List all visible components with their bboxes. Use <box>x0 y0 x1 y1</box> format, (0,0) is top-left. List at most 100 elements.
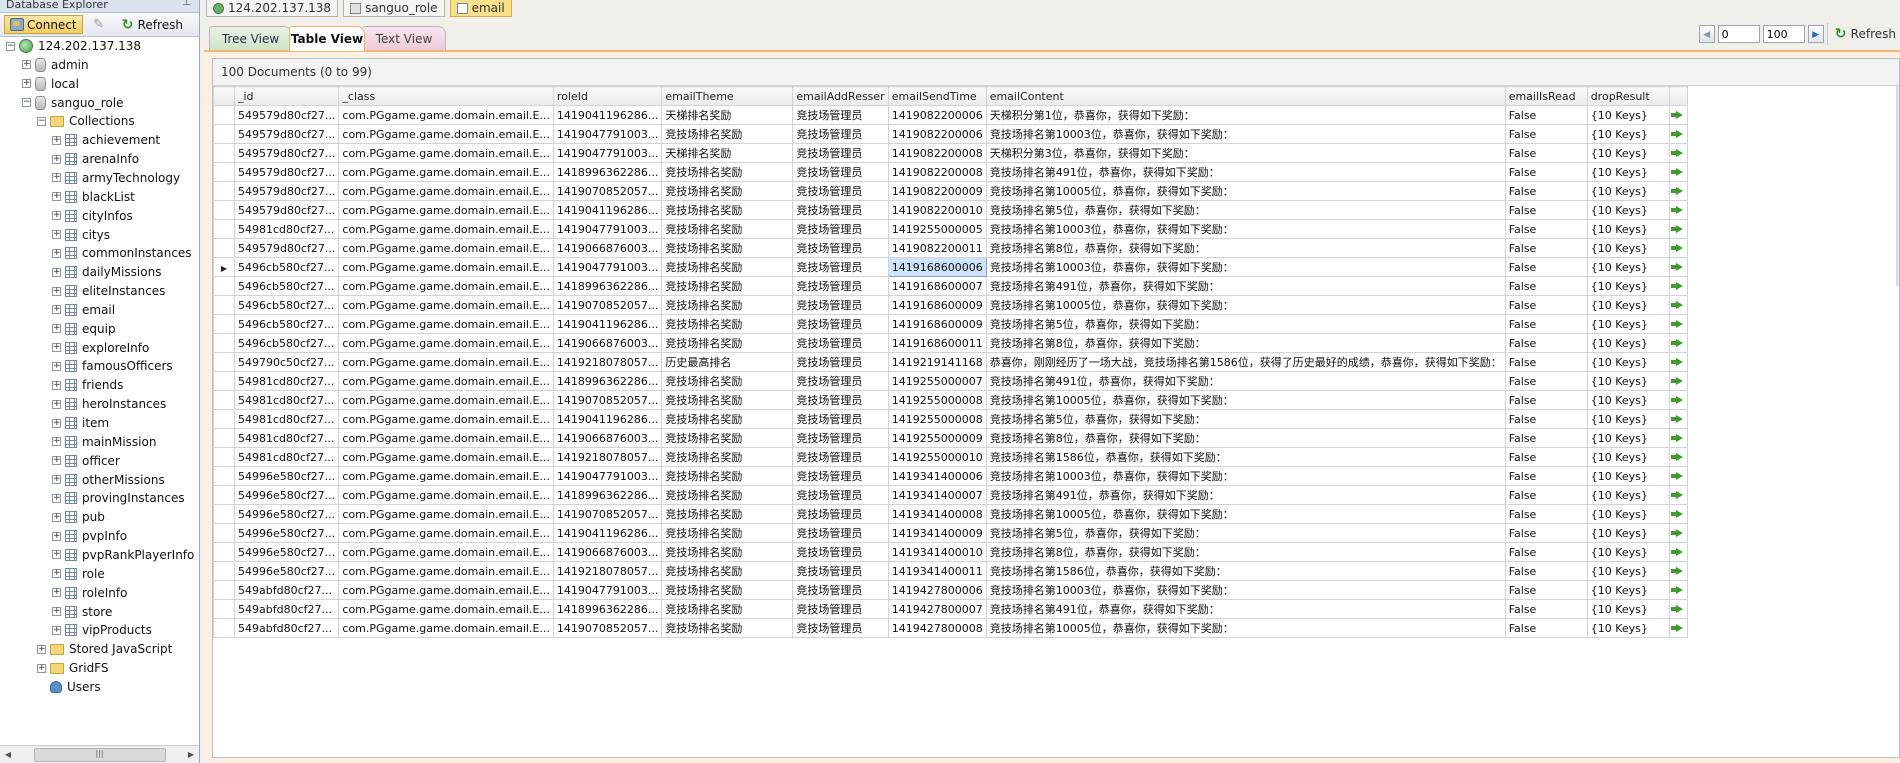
row-selector[interactable] <box>213 447 235 467</box>
expand-icon[interactable]: + <box>52 343 61 353</box>
column-header-emailcontent[interactable]: emailContent <box>985 86 1506 106</box>
grid-vertical-scrollbar[interactable] <box>1896 86 1899 286</box>
row-selector[interactable] <box>213 523 235 543</box>
table-row[interactable]: 54996e580cf27... com.PGgame.game.domain.e… <box>213 466 1688 486</box>
table-cell-class[interactable]: com.PGgame.game.domain.email.E... <box>338 219 554 239</box>
table-cell-emailsendtime[interactable]: 1419255000008 <box>887 390 987 410</box>
table-cell-emailtheme[interactable]: 竞技场排名奖励 <box>661 371 794 391</box>
open-document-button[interactable] <box>1668 523 1688 543</box>
table-cell-emailcontent[interactable]: 竞技场排名第491位，恭喜你，获得如下奖励： <box>985 371 1506 391</box>
table-row[interactable]: 54981cd80cf27... com.PGgame.game.domain.e… <box>213 219 1688 239</box>
table-cell-class[interactable]: com.PGgame.game.domain.email.E... <box>338 409 554 429</box>
table-cell-emailisread[interactable]: False <box>1504 561 1588 581</box>
table-cell-id[interactable]: 5496cb580cf27... <box>233 257 340 277</box>
row-selector[interactable] <box>213 504 235 524</box>
open-document-button[interactable] <box>1668 333 1688 353</box>
table-cell-id[interactable]: 54996e580cf27... <box>233 561 340 581</box>
row-selector[interactable] <box>213 200 235 220</box>
table-cell-emailsendtime[interactable]: 1419168600007 <box>887 276 987 296</box>
table-cell-id[interactable]: 54981cd80cf27... <box>233 390 340 410</box>
open-document-button[interactable] <box>1668 485 1688 505</box>
table-cell-emailaddresser[interactable]: 竞技场管理员 <box>792 409 889 429</box>
table-cell-id[interactable]: 5496cb580cf27... <box>233 314 340 334</box>
table-cell-emailsendtime[interactable]: 1419255000008 <box>887 409 987 429</box>
row-selector[interactable] <box>213 409 235 429</box>
doc-tab-database[interactable]: sanguo_role <box>343 0 445 17</box>
expand-icon[interactable]: + <box>52 456 61 466</box>
pin-icon[interactable]: ⊥ <box>182 0 191 8</box>
table-cell-emailsendtime[interactable]: 1419082200008 <box>887 143 987 163</box>
table-cell-roleid[interactable]: 1419047791003... <box>552 257 663 277</box>
table-cell-id[interactable]: 549579d80cf27... <box>233 200 340 220</box>
row-selector[interactable] <box>213 390 235 410</box>
expand-icon[interactable]: + <box>52 286 61 296</box>
column-header-emailsendtime[interactable]: emailSendTime <box>887 86 987 106</box>
open-document-button[interactable] <box>1668 352 1688 372</box>
table-cell-dropresult[interactable]: {10 Keys} <box>1586 542 1670 562</box>
table-cell-emailtheme[interactable]: 竞技场排名奖励 <box>661 447 794 467</box>
table-cell-id[interactable]: 5496cb580cf27... <box>233 276 340 296</box>
table-cell-id[interactable]: 549abfd80cf27... <box>233 618 340 638</box>
table-cell-emailsendtime[interactable]: 1419255000009 <box>887 428 987 448</box>
table-cell-roleid[interactable]: 1418996362286... <box>552 162 663 182</box>
table-cell-class[interactable]: com.PGgame.game.domain.email.E... <box>338 200 554 220</box>
tree-collections-folder[interactable]: − Collections <box>37 112 135 130</box>
table-row[interactable]: 549790c50cf27... com.PGgame.game.domain.e… <box>213 352 1688 372</box>
table-cell-emailaddresser[interactable]: 竞技场管理员 <box>792 485 889 505</box>
table-cell-emailsendtime[interactable]: 1419341400006 <box>887 466 987 486</box>
expand-icon[interactable]: + <box>52 569 61 579</box>
table-cell-dropresult[interactable]: {10 Keys} <box>1586 105 1670 125</box>
table-cell-emailcontent[interactable]: 天梯积分第1位，恭喜你，获得如下奖励： <box>985 105 1506 125</box>
table-cell-class[interactable]: com.PGgame.game.domain.email.E... <box>338 105 554 125</box>
open-document-button[interactable] <box>1668 257 1688 277</box>
table-cell-emailisread[interactable]: False <box>1504 523 1588 543</box>
table-cell-emailaddresser[interactable]: 竞技场管理员 <box>792 542 889 562</box>
table-cell-id[interactable]: 54981cd80cf27... <box>233 428 340 448</box>
row-selector[interactable]: ▶ <box>213 257 235 277</box>
table-cell-emailcontent[interactable]: 竞技场排名第10003位，恭喜你，获得如下奖励： <box>985 466 1506 486</box>
table-cell-emailaddresser[interactable]: 竞技场管理员 <box>792 181 889 201</box>
table-row[interactable]: 54996e580cf27... com.PGgame.game.domain.e… <box>213 523 1688 543</box>
table-cell-emailtheme[interactable]: 竞技场排名奖励 <box>661 314 794 334</box>
expand-icon[interactable]: + <box>52 399 61 409</box>
table-cell-emailaddresser[interactable]: 竞技场管理员 <box>792 561 889 581</box>
table-cell-dropresult[interactable]: {10 Keys} <box>1586 181 1670 201</box>
table-cell-emailcontent[interactable]: 竞技场排名第10005位，恭喜你，获得如下奖励： <box>985 618 1506 638</box>
scroll-left-icon[interactable]: ◀ <box>2 750 14 759</box>
expand-icon[interactable]: + <box>52 588 61 598</box>
table-cell-emailtheme[interactable]: 竞技场排名奖励 <box>661 485 794 505</box>
table-cell-id[interactable]: 54996e580cf27... <box>233 542 340 562</box>
open-document-button[interactable] <box>1668 390 1688 410</box>
table-cell-emailisread[interactable]: False <box>1504 181 1588 201</box>
table-cell-emailcontent[interactable]: 竞技场排名第8位，恭喜你，获得如下奖励： <box>985 333 1506 353</box>
table-cell-roleid[interactable]: 1419047791003... <box>552 124 663 144</box>
table-cell-id[interactable]: 549579d80cf27... <box>233 124 340 144</box>
open-document-button[interactable] <box>1668 276 1688 296</box>
skip-input[interactable] <box>1717 25 1760 43</box>
open-document-button[interactable] <box>1668 314 1688 334</box>
table-cell-class[interactable]: com.PGgame.game.domain.email.E... <box>338 143 554 163</box>
table-cell-emailaddresser[interactable]: 竞技场管理员 <box>792 143 889 163</box>
tree-collection-item[interactable]: + item <box>52 414 109 432</box>
row-selector[interactable] <box>213 542 235 562</box>
table-cell-emailsendtime[interactable]: 1419427800006 <box>887 580 987 600</box>
table-cell-id[interactable]: 549579d80cf27... <box>233 105 340 125</box>
table-cell-emailcontent[interactable]: 竞技场排名第10003位，恭喜你，获得如下奖励： <box>985 580 1506 600</box>
row-selector[interactable] <box>213 618 235 638</box>
table-cell-dropresult[interactable]: {10 Keys} <box>1586 428 1670 448</box>
tree-collection-cityInfos[interactable]: + cityInfos <box>52 207 133 225</box>
expand-icon[interactable]: + <box>52 324 61 334</box>
column-header-id[interactable]: _id <box>233 86 340 106</box>
table-cell-emailcontent[interactable]: 竞技场排名第491位，恭喜你，获得如下奖励： <box>985 485 1506 505</box>
table-cell-emailcontent[interactable]: 竞技场排名第1586位，恭喜你，获得如下奖励： <box>985 561 1506 581</box>
table-cell-class[interactable]: com.PGgame.game.domain.email.E... <box>338 276 554 296</box>
table-row[interactable]: 54981cd80cf27... com.PGgame.game.domain.e… <box>213 447 1688 467</box>
table-cell-class[interactable]: com.PGgame.game.domain.email.E... <box>338 504 554 524</box>
table-cell-emailtheme[interactable]: 历史最高排名 <box>661 352 794 372</box>
table-cell-emailisread[interactable]: False <box>1504 390 1588 410</box>
table-cell-roleid[interactable]: 1419047791003... <box>552 580 663 600</box>
open-document-button[interactable] <box>1668 143 1688 163</box>
table-cell-dropresult[interactable]: {10 Keys} <box>1586 580 1670 600</box>
table-row[interactable]: 54996e580cf27... com.PGgame.game.domain.e… <box>213 561 1688 581</box>
table-cell-dropresult[interactable]: {10 Keys} <box>1586 238 1670 258</box>
